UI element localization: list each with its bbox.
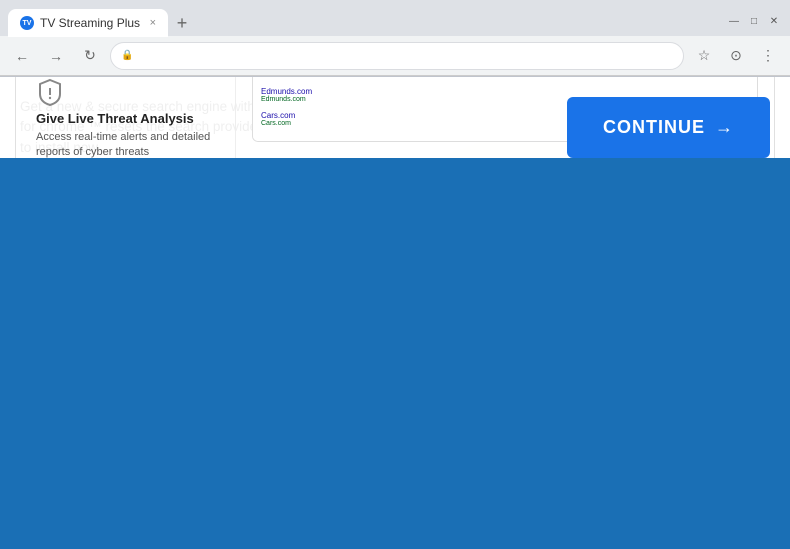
minimize-button[interactable]: — xyxy=(726,13,742,29)
continue-label: CONTINUE xyxy=(603,117,705,138)
continue-arrow: → xyxy=(715,117,734,138)
mini-result-3: New Cars & New Car Prices – Kelley Blue … xyxy=(261,77,749,79)
forward-button[interactable]: → xyxy=(42,42,70,70)
browser-window: TV TV Streaming Plus × + — □ ✕ ← → ↻ 🔒 ☆ xyxy=(0,0,790,158)
active-tab[interactable]: TV TV Streaming Plus × xyxy=(8,9,168,37)
nav-actions: ☆ ⊙ ⋮ xyxy=(690,42,782,70)
account-button[interactable]: ⊙ xyxy=(722,42,750,70)
browser-chrome: TV TV Streaming Plus × + — □ ✕ ← → ↻ 🔒 ☆ xyxy=(0,0,790,77)
maximize-button[interactable]: □ xyxy=(746,13,762,29)
page-content: Get a new & secure search engine with Pr… xyxy=(0,77,790,158)
lock-icon: 🔒 xyxy=(121,50,133,61)
feature2-title: Give Live Threat Analysis xyxy=(36,111,215,126)
mini-result4-title: Edmunds.com xyxy=(261,87,749,96)
feature-threat-analysis: Give Live Threat Analysis Access real-ti… xyxy=(36,78,215,158)
tab-label: TV Streaming Plus xyxy=(40,16,144,30)
tab-favicon: TV xyxy=(20,16,34,30)
shield-alert-icon xyxy=(36,78,64,106)
refresh-button[interactable]: ↻ xyxy=(76,42,104,70)
menu-button[interactable]: ⋮ xyxy=(754,42,782,70)
feature2-desc: Access real-time alerts and detailed rep… xyxy=(36,130,215,158)
address-bar[interactable]: 🔒 xyxy=(110,42,684,70)
close-button[interactable]: ✕ xyxy=(766,13,782,29)
panel-left: Protect MySearchDaily Identify Safe Webs… xyxy=(16,77,236,158)
mini-result3-desc: Search new cars... xyxy=(261,77,749,79)
window-controls: — □ ✕ xyxy=(726,13,782,29)
tab-bar: TV TV Streaming Plus × + xyxy=(8,5,726,37)
tab-close-icon[interactable]: × xyxy=(150,17,156,29)
new-tab-button[interactable]: + xyxy=(168,9,196,37)
title-bar: TV TV Streaming Plus × + — □ ✕ xyxy=(0,0,790,36)
bookmark-button[interactable]: ☆ xyxy=(690,42,718,70)
continue-button[interactable]: CONTINUE → xyxy=(567,97,770,158)
back-button[interactable]: ← xyxy=(8,42,36,70)
navigation-bar: ← → ↻ 🔒 ☆ ⊙ ⋮ xyxy=(0,36,790,76)
